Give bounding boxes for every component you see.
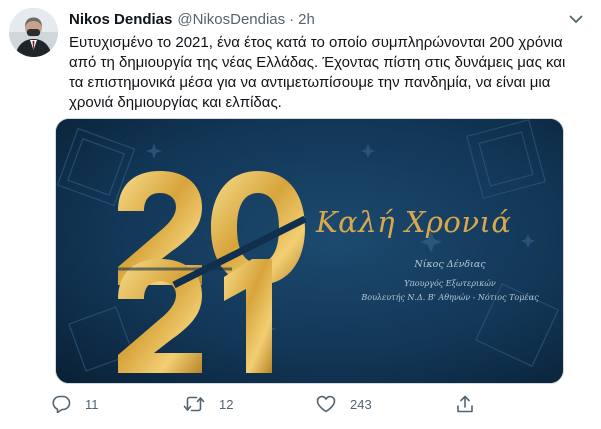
share-icon [457, 395, 473, 412]
tweet-text-line: τα επιστημονικά μέσα για να αντιμετωπίσο… [69, 74, 551, 91]
like-button[interactable]: 243 [316, 393, 372, 415]
user-name[interactable]: Nikos Dendias [69, 11, 172, 28]
chevron-down-icon [569, 15, 583, 23]
tweet-text-line: από τη δημιουργία της νέας Ελλάδας. Έχον… [69, 54, 566, 71]
heart-icon [316, 395, 336, 413]
more-options-button[interactable] [565, 8, 587, 30]
timestamp[interactable]: 2h [298, 11, 315, 28]
signature-name: Νίκος Δένδιας [414, 259, 486, 270]
reply-icon [52, 395, 71, 413]
tweet-text-line: χρονιά δημιουργίας και ελπίδας. [69, 94, 282, 111]
retweet-count: 12 [219, 396, 234, 412]
signature-constituency: Βουλευτής Ν.Δ. Β' Αθηνών - Νότιος Τομέας [361, 293, 539, 302]
greeting-text: Καλή Χρονιά [316, 205, 512, 239]
retweet-button[interactable]: 12 [183, 393, 233, 415]
new-year-card-graphic [56, 119, 563, 383]
reply-button[interactable]: 11 [52, 393, 99, 415]
tweet-actions: 11 12 243 [52, 393, 492, 415]
tweet-header: Nikos Dendias @NikosDendias · 2h [69, 9, 581, 29]
tweet-image[interactable]: Καλή Χρονιά Νίκος Δένδιας Υπουργός Εξωτε… [55, 118, 564, 384]
avatar[interactable] [9, 8, 58, 57]
signature-role: Υπουργός Εξωτερικών [404, 279, 496, 288]
separator-dot: · [289, 10, 295, 28]
like-count: 243 [350, 396, 372, 412]
reply-count: 11 [85, 396, 99, 412]
tweet[interactable]: Nikos Dendias @NikosDendias · 2h Ευτυχισ… [0, 0, 601, 429]
tweet-text-line: Ευτυχισμένο το 2021, ένα έτος κατά το οπ… [69, 34, 563, 51]
user-handle[interactable]: @NikosDendias [177, 11, 285, 28]
avatar-image [9, 8, 58, 57]
tweet-text: Ευτυχισμένο το 2021, ένα έτος κατά το οπ… [69, 33, 584, 113]
retweet-icon [183, 396, 205, 412]
share-button[interactable] [456, 393, 474, 415]
